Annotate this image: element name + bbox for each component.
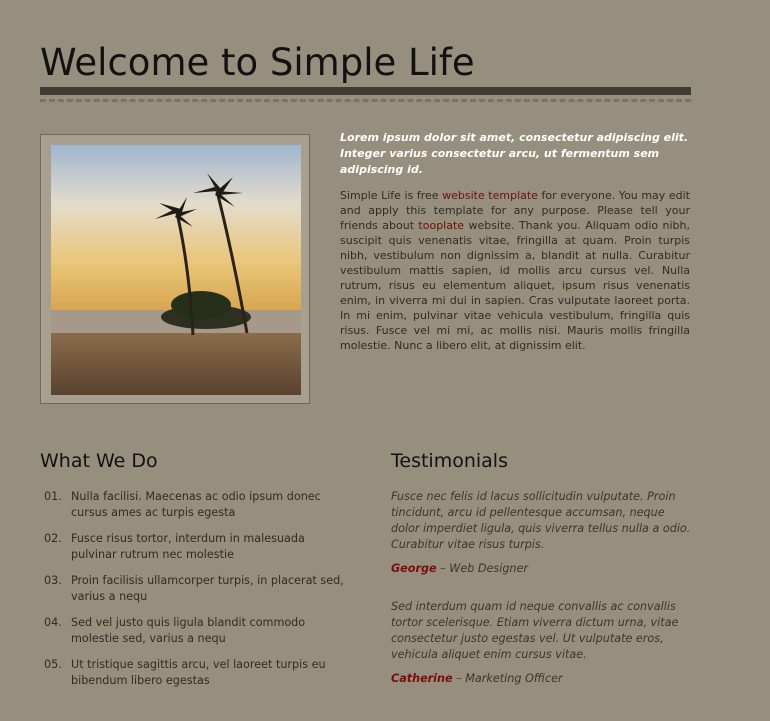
list-item-number: 01. bbox=[44, 490, 62, 503]
list-item-number: 05. bbox=[44, 658, 62, 671]
list-item: 03. Proin facilisis ullamcorper turpis, i… bbox=[40, 573, 350, 605]
title-underline bbox=[40, 87, 691, 95]
testimonial-cite: George – Web Designer bbox=[391, 561, 691, 577]
testimonials-section: Fusce nec felis id lacus sollicitudin vu… bbox=[391, 489, 691, 709]
list-item-number: 04. bbox=[44, 616, 62, 629]
intro-lead: Lorem ipsum dolor sit amet, consectetur … bbox=[340, 131, 689, 176]
intro-section: Lorem ipsum dolor sit amet, consectetur … bbox=[340, 130, 690, 353]
testimonial-author: George bbox=[391, 562, 437, 575]
intro-text-3: website. Thank you. Aliquam odio nibh, s… bbox=[340, 219, 690, 352]
palm-beach-photo bbox=[51, 145, 301, 395]
page-title: Welcome to Simple Life bbox=[40, 41, 475, 84]
intro-body: Simple Life is free website template for… bbox=[340, 188, 690, 353]
tooplate-link[interactable]: tooplate bbox=[418, 219, 464, 232]
list-item: 05. Ut tristique sagittis arcu, vel laore… bbox=[40, 657, 350, 689]
list-item: 01. Nulla facilisi. Maecenas ac odio ipsu… bbox=[40, 489, 350, 521]
list-item: 04. Sed vel justo quis ligula blandit com… bbox=[40, 615, 350, 647]
testimonial-role: – Marketing Officer bbox=[452, 672, 563, 685]
testimonial-quote: Fusce nec felis id lacus sollicitudin vu… bbox=[391, 490, 691, 551]
website-template-link[interactable]: website template bbox=[442, 189, 538, 202]
what-we-do-list: 01. Nulla facilisi. Maecenas ac odio ipsu… bbox=[40, 489, 350, 699]
intro-text-1: Simple Life is free bbox=[340, 189, 443, 202]
list-item-text: Nulla facilisi. Maecenas ac odio ipsum d… bbox=[71, 490, 321, 519]
list-item-text: Ut tristique sagittis arcu, vel laoreet … bbox=[71, 658, 326, 687]
list-item-number: 03. bbox=[44, 574, 62, 587]
list-item-text: Fusce risus tortor, interdum in malesuad… bbox=[71, 532, 305, 561]
testimonial-author: Catherine bbox=[391, 672, 453, 685]
what-we-do-heading: What We Do bbox=[40, 450, 158, 472]
testimonial-role: – Web Designer bbox=[436, 562, 528, 575]
list-item: 02. Fusce risus tortor, interdum in males… bbox=[40, 531, 350, 563]
testimonial-quote: Sed interdum quam id neque convallis ac … bbox=[391, 600, 679, 661]
list-item-text: Sed vel justo quis ligula blandit commod… bbox=[71, 616, 306, 645]
title-dashed-divider bbox=[40, 99, 691, 102]
list-item-text: Proin facilisis ullamcorper turpis, in p… bbox=[71, 574, 344, 603]
testimonial-cite: Catherine – Marketing Officer bbox=[391, 671, 691, 687]
list-item-number: 02. bbox=[44, 532, 62, 545]
testimonials-heading: Testimonials bbox=[391, 450, 508, 472]
featured-photo-frame bbox=[40, 134, 310, 404]
